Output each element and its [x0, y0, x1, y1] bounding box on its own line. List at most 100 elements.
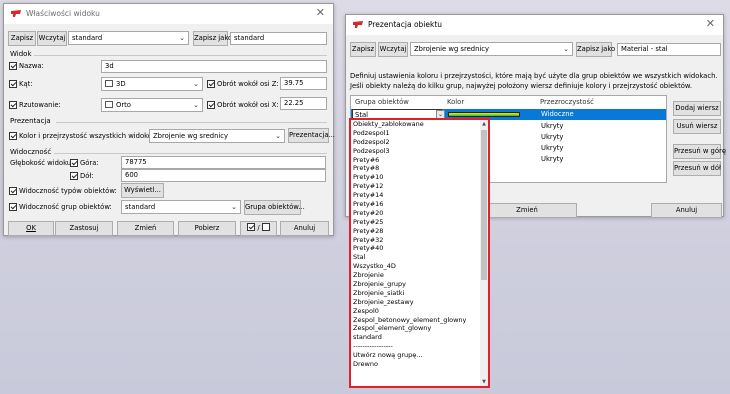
- rot-x-checkbox[interactable]: [207, 101, 215, 109]
- rot-x-input[interactable]: 22.25: [280, 97, 327, 110]
- close-icon[interactable]: ✕: [316, 7, 325, 19]
- color-swatch[interactable]: [448, 112, 520, 117]
- row-transparency-value: Ukryty: [541, 122, 564, 130]
- toggle-all-button[interactable]: /: [240, 221, 277, 236]
- view-section-heading: Widok: [10, 50, 32, 58]
- object-group-button[interactable]: Grupa obiektów...: [244, 200, 305, 215]
- preset-select-value: Zbrojenie wg srednicy: [414, 45, 490, 53]
- chevron-down-icon: ⌄: [275, 132, 281, 140]
- dropdown-item[interactable]: Podzespol1: [351, 129, 480, 138]
- group-dropdown-list[interactable]: Obiekty_zablokowane Podzespol1 Podzespol2 P…: [349, 118, 490, 388]
- preset-select[interactable]: standard ⌄: [68, 31, 189, 45]
- add-row-button[interactable]: Dodaj wiersz: [673, 101, 721, 116]
- dropdown-item[interactable]: Prety#6: [351, 156, 480, 165]
- show-button[interactable]: Wyświetl...: [121, 183, 164, 198]
- column-header-transparency: Przezroczystość: [540, 98, 594, 106]
- save-as-input[interactable]: Material - stal: [617, 43, 721, 56]
- dropdown-item[interactable]: Zbrojenie: [351, 271, 480, 280]
- preset-select[interactable]: Zbrojenie wg srednicy ⌄: [410, 42, 573, 56]
- dropdown-item[interactable]: Prety#28: [351, 227, 480, 236]
- load-button[interactable]: Wczytaj: [37, 31, 67, 46]
- dropdown-item[interactable]: Podzespol2: [351, 138, 480, 147]
- dropdown-item[interactable]: Podzespol3: [351, 147, 480, 156]
- dropdown-scrollbar[interactable]: ▲ ▼: [480, 120, 488, 386]
- save-as-input[interactable]: standard: [230, 32, 327, 45]
- dropdown-item[interactable]: Prety#32: [351, 236, 480, 245]
- projection-select[interactable]: Orto ⌄: [101, 98, 203, 112]
- angle-checkbox[interactable]: [9, 80, 17, 88]
- save-button[interactable]: Zapisz: [8, 31, 36, 46]
- save-button[interactable]: Zapisz: [350, 42, 376, 57]
- scrollbar-thumb[interactable]: [481, 130, 487, 280]
- title-bar: Prezentacja obiektu ✕: [346, 15, 723, 35]
- dropdown-item[interactable]: Wszystko_4D: [351, 262, 480, 271]
- dropdown-item[interactable]: Prety#14: [351, 191, 480, 200]
- dropdown-item[interactable]: Prety#16: [351, 200, 480, 209]
- color-all-label: Kolor i przejrzystość wszystkich widoków…: [19, 132, 160, 140]
- delete-row-button[interactable]: Usuń wiersz: [673, 119, 721, 134]
- group-vis-checkbox[interactable]: [9, 203, 17, 211]
- cancel-button[interactable]: Anuluj: [280, 221, 329, 236]
- rot-z-checkbox[interactable]: [207, 80, 215, 88]
- top-checkbox[interactable]: [70, 159, 78, 167]
- name-label: Nazwa:: [19, 62, 44, 70]
- bottom-input[interactable]: 600: [121, 169, 326, 182]
- dropdown-item[interactable]: standard: [351, 333, 480, 342]
- dropdown-items: Obiekty_zablokowane Podzespol1 Podzespol2 P…: [351, 120, 480, 369]
- bottom-label: Dół:: [80, 172, 94, 180]
- rot-z-input[interactable]: 39.75: [280, 77, 327, 90]
- load-button[interactable]: Wczytaj: [378, 42, 408, 57]
- dropdown-item[interactable]: Stal: [351, 253, 480, 262]
- cancel-button[interactable]: Anuluj: [651, 203, 722, 218]
- color-all-select[interactable]: Zbrojenie wg srednicy ⌄: [149, 129, 285, 143]
- dropdown-item[interactable]: Prety#20: [351, 209, 480, 218]
- toggle-separator: /: [257, 224, 260, 232]
- dropdown-item[interactable]: Obiekty_zablokowane: [351, 120, 480, 129]
- row-transparency-value: Ukryty: [541, 133, 564, 141]
- dropdown-item[interactable]: Zbrojenie_zestawy: [351, 298, 480, 307]
- group-vis-select[interactable]: standard ⌄: [121, 200, 241, 214]
- view-3d-icon: [105, 80, 113, 87]
- dropdown-item[interactable]: Prety#12: [351, 182, 480, 191]
- dropdown-item[interactable]: Prety#10: [351, 173, 480, 182]
- close-icon[interactable]: ✕: [706, 18, 715, 30]
- name-checkbox[interactable]: [9, 62, 17, 70]
- dropdown-item[interactable]: Zbrojenie_grupy: [351, 280, 480, 289]
- bottom-checkbox[interactable]: [70, 172, 78, 180]
- dropdown-item[interactable]: Drewno: [351, 360, 480, 369]
- dropdown-item[interactable]: Zespol_betonowy_element_glowny: [351, 316, 480, 325]
- save-as-button[interactable]: Zapisz jako: [193, 31, 232, 46]
- type-vis-label: Widoczność typów obiektów:: [19, 187, 117, 195]
- projection-label: Rzutowanie:: [19, 101, 61, 109]
- row-transparency-value: Ukryty: [541, 155, 564, 163]
- angle-select[interactable]: 3D ⌄: [101, 77, 203, 91]
- color-all-checkbox[interactable]: [9, 132, 17, 140]
- dropdown-item[interactable]: Prety#25: [351, 218, 480, 227]
- dropdown-item[interactable]: -----------------: [351, 342, 480, 351]
- dropdown-item[interactable]: Zbrojenie_siatki: [351, 289, 480, 298]
- dropdown-item[interactable]: Zespol_element_glowny: [351, 324, 480, 333]
- app-logo-icon: [11, 10, 21, 17]
- ok-button[interactable]: OK: [8, 221, 54, 236]
- dropdown-item[interactable]: Utwórz nową grupę...: [351, 351, 480, 360]
- name-input[interactable]: 3d: [101, 60, 327, 73]
- type-vis-checkbox[interactable]: [9, 187, 17, 195]
- dropdown-item[interactable]: Prety#40: [351, 244, 480, 253]
- modify-button[interactable]: Zmień: [477, 203, 577, 218]
- column-header-color: Kolor: [447, 98, 465, 106]
- move-up-button[interactable]: Przesuń w górę: [673, 144, 726, 159]
- get-button[interactable]: Pobierz: [178, 221, 236, 236]
- rot-x-label: Obrót wokół osi X:: [217, 101, 279, 109]
- scroll-up-icon[interactable]: ▲: [480, 120, 488, 128]
- presentation-button[interactable]: Prezentacja...: [288, 128, 335, 143]
- dropdown-item[interactable]: Zespol0: [351, 307, 480, 316]
- row-transparency-value: Ukryty: [541, 144, 564, 152]
- save-as-button[interactable]: Zapisz jako: [576, 42, 615, 57]
- dropdown-item[interactable]: Prety#8: [351, 164, 480, 173]
- move-down-button[interactable]: Przesuń w dół: [673, 161, 721, 176]
- apply-button[interactable]: Zastosuj: [55, 221, 113, 236]
- scroll-down-icon[interactable]: ▼: [480, 378, 488, 386]
- projection-checkbox[interactable]: [9, 101, 17, 109]
- modify-button[interactable]: Zmień: [117, 221, 174, 236]
- top-input[interactable]: 78775: [121, 156, 326, 169]
